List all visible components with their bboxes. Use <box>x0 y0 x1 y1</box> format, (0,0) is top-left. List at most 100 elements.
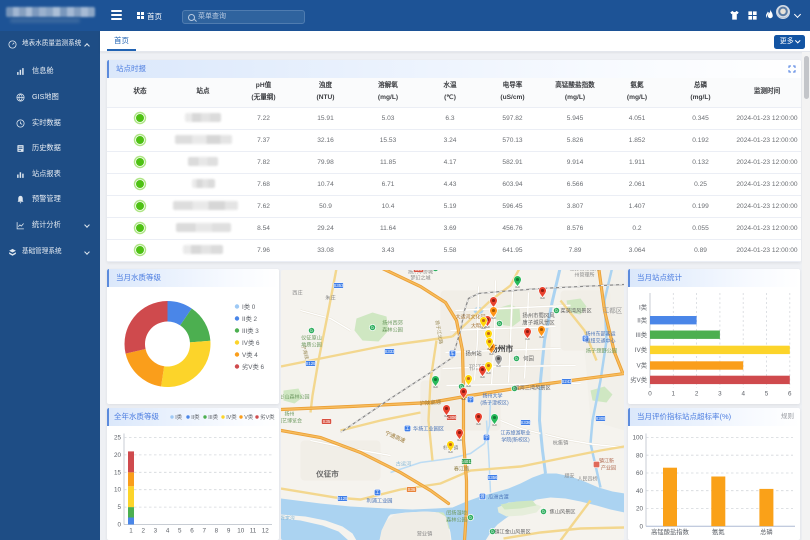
svg-text:江都区: 江都区 <box>602 306 622 314</box>
svg-text:40: 40 <box>636 487 644 494</box>
svg-text:III类: III类 <box>635 329 647 338</box>
svg-text:V类: V类 <box>244 413 254 421</box>
svg-text:5: 5 <box>117 504 121 511</box>
svg-text:20: 20 <box>114 451 122 458</box>
svg-text:劣V类: 劣V类 <box>630 375 647 384</box>
svg-text:扬子颈野公园: 扬子颈野公园 <box>585 346 616 354</box>
svg-text:产业园: 产业园 <box>600 464 615 471</box>
svg-text:10: 10 <box>237 527 245 534</box>
svg-text:1: 1 <box>672 390 676 397</box>
svg-text:营业镇: 营业镇 <box>416 529 432 537</box>
svg-text:S353: S353 <box>333 283 344 288</box>
svg-text:0: 0 <box>639 523 643 530</box>
svg-text:氨氮: 氨氮 <box>712 527 725 536</box>
svg-text:顺安: 顺安 <box>564 472 574 479</box>
svg-text:仪征市: 仪征市 <box>315 468 339 478</box>
svg-text:茱萸湾风景区: 茱萸湾风景区 <box>560 306 591 314</box>
svg-text:扬州大学: 扬州大学 <box>482 392 502 399</box>
svg-text:20: 20 <box>636 505 644 512</box>
svg-text:森林公园: 森林公园 <box>446 515 467 523</box>
svg-text:S243: S243 <box>561 379 572 384</box>
svg-text:车: 车 <box>450 350 455 357</box>
svg-text:扬州站: 扬州站 <box>465 349 482 357</box>
svg-text:学院(新校区): 学院(新校区) <box>501 436 530 443</box>
svg-text:北路: 北路 <box>445 270 455 271</box>
svg-text:春江路: 春江路 <box>453 464 469 472</box>
svg-text:S36: S36 <box>407 487 415 492</box>
svg-text:江苏旅游职业: 江苏旅游职业 <box>500 429 530 436</box>
svg-text:S125: S125 <box>305 361 316 366</box>
svg-text:枢纽交通中心: 枢纽交通中心 <box>585 337 615 344</box>
svg-text:0: 0 <box>117 521 121 528</box>
svg-text:胥家沟: 胥家沟 <box>281 514 295 521</box>
svg-text:S336: S336 <box>520 420 531 425</box>
svg-text:古运河: 古运河 <box>395 459 411 467</box>
svg-text:4: 4 <box>741 390 745 397</box>
svg-text:朱庄: 朱庄 <box>325 293 335 301</box>
svg-text:园艺博览会: 园艺博览会 <box>281 417 302 424</box>
svg-text:6: 6 <box>788 390 792 397</box>
svg-text:S356: S356 <box>487 475 498 480</box>
svg-text:V类: V类 <box>637 360 648 369</box>
svg-text:华扬工业园区: 华扬工业园区 <box>412 424 443 432</box>
svg-text:瓜洲古渡: 瓜洲古渡 <box>488 492 509 500</box>
svg-text:运河三湾风景区: 运河三湾风景区 <box>514 383 550 391</box>
svg-text:劣V类 6: 劣V类 6 <box>242 362 265 371</box>
svg-text:高锰酸盐指数: 高锰酸盐指数 <box>651 527 689 536</box>
svg-text:12: 12 <box>262 527 270 534</box>
svg-text:III类: III类 <box>208 413 218 421</box>
svg-text:杭集镇: 杭集镇 <box>552 438 568 446</box>
svg-text:学: 学 <box>468 396 473 402</box>
svg-text:5: 5 <box>178 527 182 534</box>
svg-text:宁通高速: 宁通高速 <box>383 428 407 444</box>
svg-text:II类: II类 <box>191 413 200 421</box>
svg-text:人民四桥: 人民四桥 <box>577 475 597 482</box>
svg-text:唐子城风景区: 唐子城风景区 <box>522 318 555 326</box>
svg-text:地质公园: 地质公园 <box>301 340 322 348</box>
svg-text:IV类: IV类 <box>226 413 237 421</box>
svg-text:3: 3 <box>718 390 722 397</box>
svg-text:100: 100 <box>632 434 643 441</box>
svg-text:焦山风景区: 焦山风景区 <box>549 507 575 515</box>
svg-text:X308: X308 <box>595 416 606 421</box>
svg-text:4: 4 <box>166 527 170 534</box>
svg-text:II类: II类 <box>637 315 647 324</box>
svg-text:西庄: 西庄 <box>292 288 302 296</box>
svg-text:扬州市蜀冈风: 扬州市蜀冈风 <box>522 311 555 319</box>
svg-text:工: 工 <box>375 490 380 495</box>
svg-text:10: 10 <box>114 486 122 493</box>
svg-text:(扬子津校区): (扬子津校区) <box>480 399 509 406</box>
svg-text:6: 6 <box>190 527 194 534</box>
svg-text:渡: 渡 <box>480 493 485 500</box>
svg-text:学: 学 <box>484 434 489 440</box>
svg-text:何园: 何园 <box>523 354 534 362</box>
svg-text:2: 2 <box>695 390 699 397</box>
svg-text:扬州西郊: 扬州西郊 <box>382 318 403 326</box>
svg-text:扬州: 扬州 <box>284 410 294 417</box>
svg-text:I类: I类 <box>175 413 182 421</box>
svg-text:扬州东部客运: 扬州东部客运 <box>585 330 615 337</box>
svg-text:3: 3 <box>154 527 158 534</box>
svg-text:II类 2: II类 2 <box>242 314 258 323</box>
svg-text:镇江新: 镇江新 <box>598 457 613 464</box>
svg-text:15: 15 <box>114 469 122 476</box>
svg-text:1: 1 <box>129 527 133 534</box>
svg-text:0: 0 <box>648 390 652 397</box>
svg-text:2: 2 <box>141 527 145 534</box>
svg-text:80: 80 <box>636 452 644 459</box>
svg-text:7: 7 <box>202 527 206 534</box>
svg-text:总磷: 总磷 <box>760 527 773 536</box>
svg-text:S28: S28 <box>414 270 422 272</box>
svg-text:劣V类: 劣V类 <box>260 413 275 421</box>
svg-text:11: 11 <box>250 527 257 534</box>
svg-text:G4011: G4011 <box>460 459 473 464</box>
svg-text:25: 25 <box>114 434 122 441</box>
svg-text:工: 工 <box>405 426 410 431</box>
svg-text:森林公园: 森林公园 <box>382 325 403 333</box>
svg-text:沪陕高速: 沪陕高速 <box>419 397 442 407</box>
svg-text:IV类 6: IV类 6 <box>242 338 260 347</box>
svg-text:州管理所: 州管理所 <box>574 271 594 278</box>
svg-text:S125: S125 <box>337 496 348 501</box>
svg-text:5: 5 <box>765 390 769 397</box>
svg-text:㣌山森林公园: 㣌山森林公园 <box>281 393 310 400</box>
